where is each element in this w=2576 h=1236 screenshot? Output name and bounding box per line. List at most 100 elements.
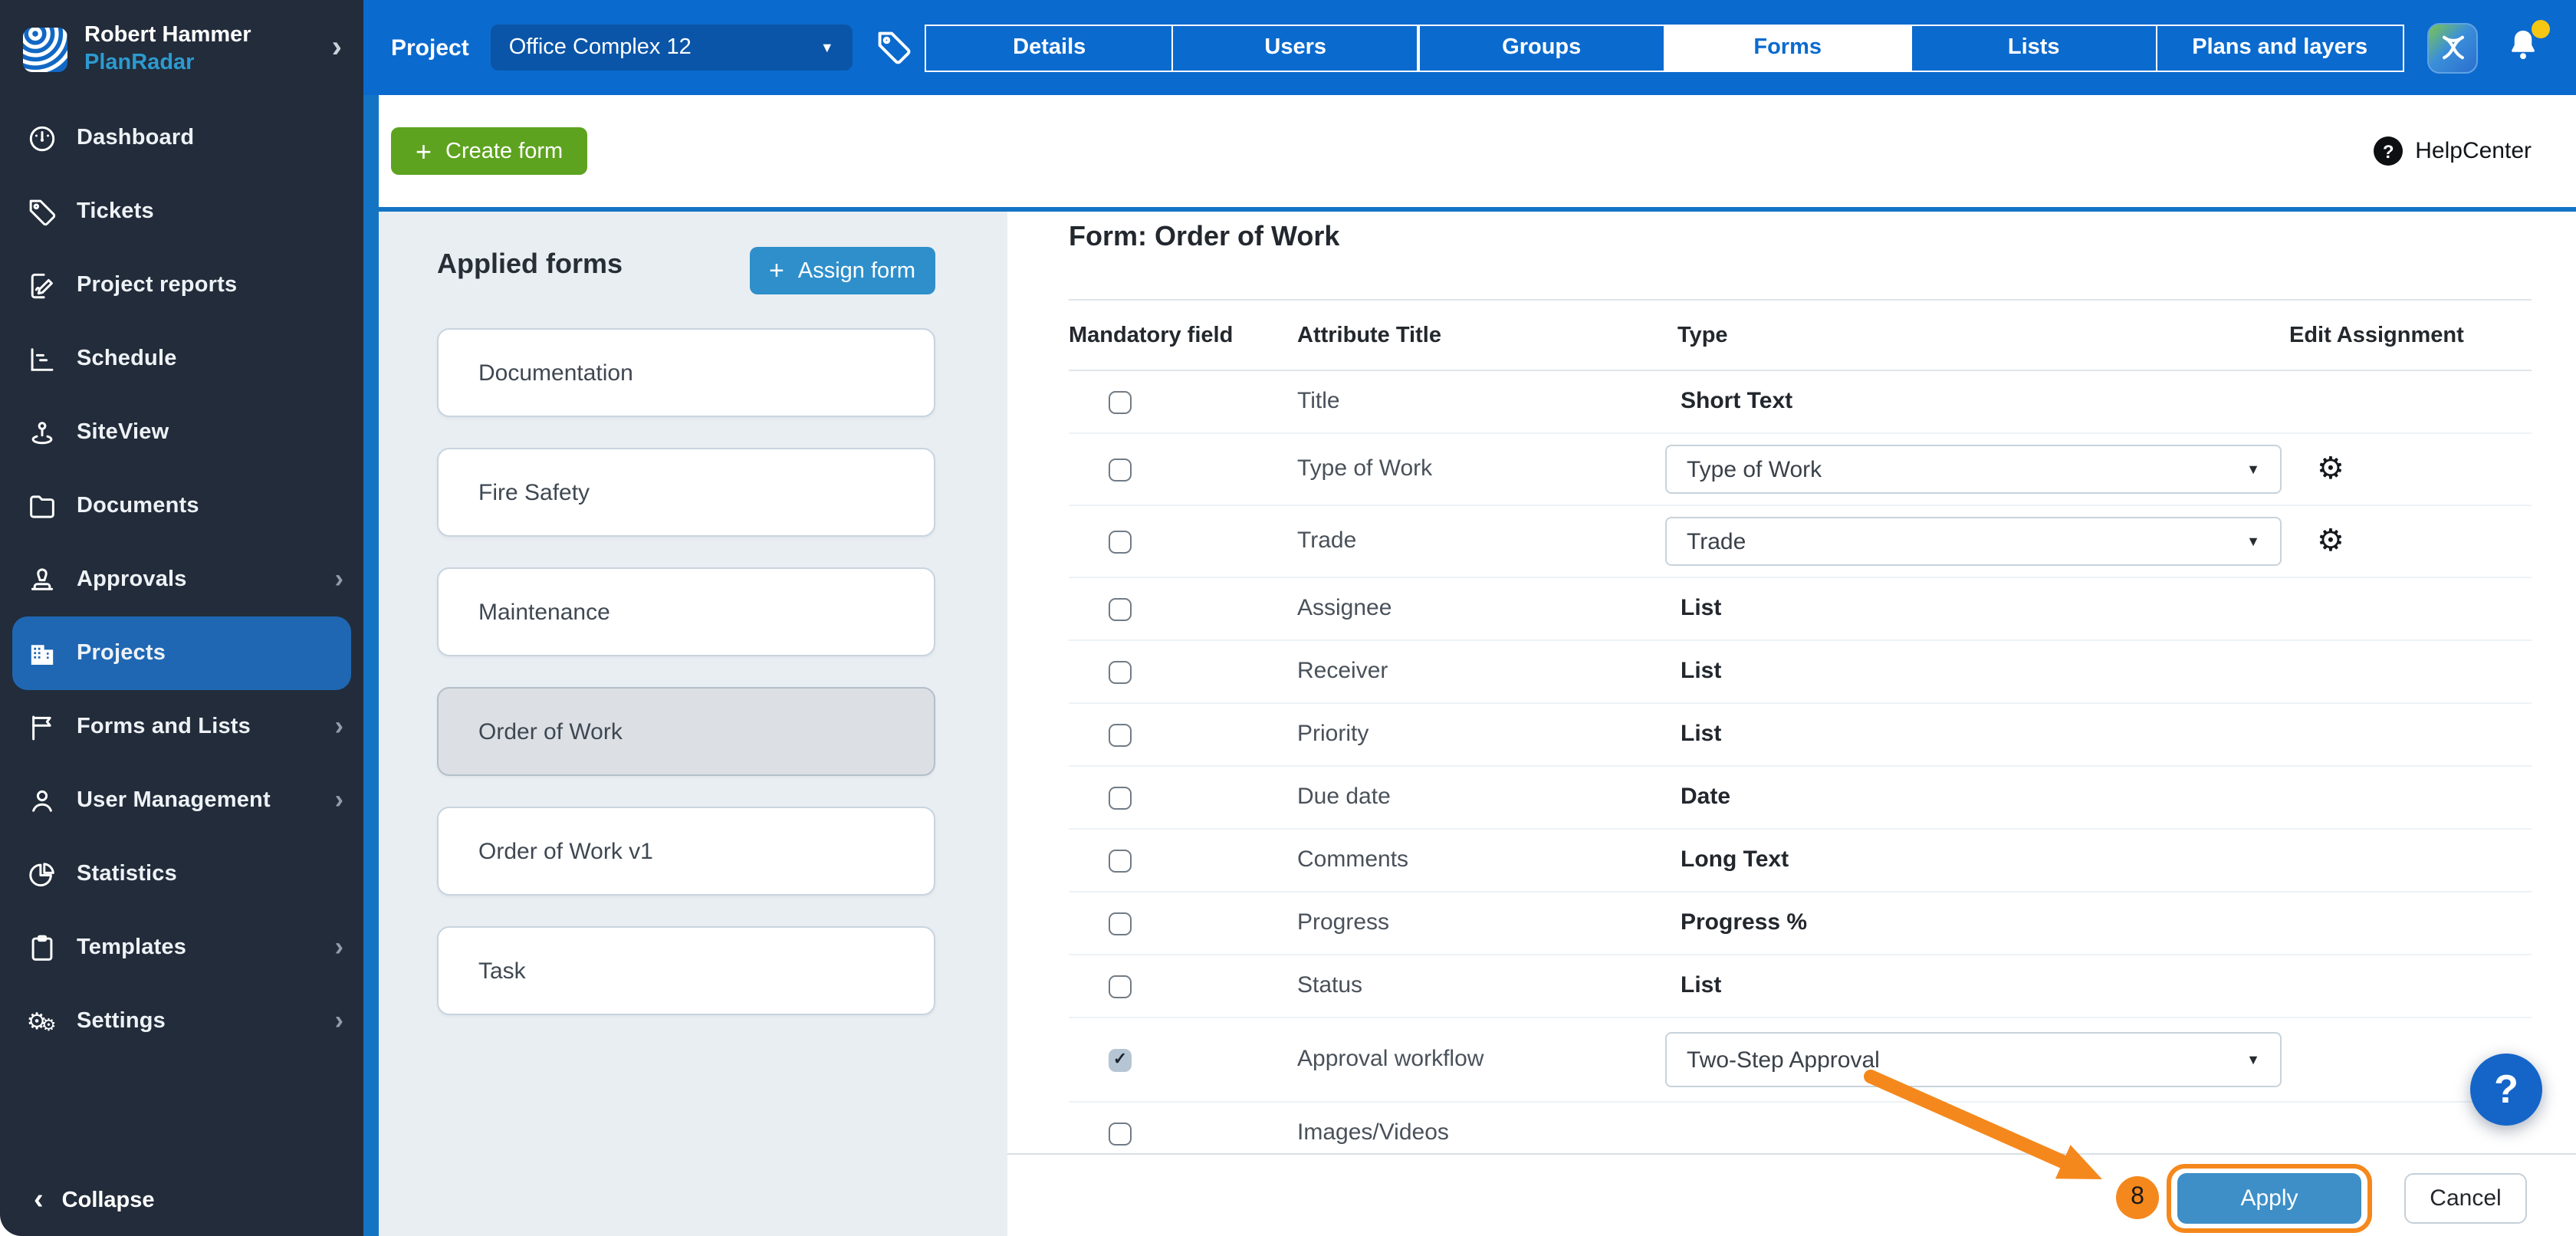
form-card-documentation[interactable]: Documentation <box>437 328 935 417</box>
sidebar-item-user-management[interactable]: User Management› <box>0 764 363 837</box>
mandatory-checkbox[interactable] <box>1109 849 1132 872</box>
help-bubble-button[interactable]: ? <box>2470 1054 2542 1126</box>
notification-dot <box>2532 20 2550 38</box>
brand-name: PlanRadar <box>84 49 251 77</box>
sidebar-item-approvals[interactable]: Approvals› <box>0 543 363 616</box>
chevron-down-icon: ▼ <box>2246 1052 2260 1067</box>
mandatory-checkbox[interactable] <box>1109 1122 1132 1145</box>
type-cell: List <box>1665 658 2289 685</box>
table-row-progress: ProgressProgress % <box>1069 892 2532 955</box>
sidebar-item-label: Projects <box>77 641 166 666</box>
help-center-label: HelpCenter <box>2415 138 2532 164</box>
type-cell: Date <box>1665 784 2289 811</box>
question-mark-icon: ? <box>2494 1066 2518 1113</box>
form-card-task[interactable]: Task <box>437 926 935 1015</box>
column-edit-assignment: Edit Assignment <box>2289 323 2532 347</box>
create-form-button[interactable]: + Create form <box>391 127 587 175</box>
table-row-status: Status List <box>1069 955 2532 1018</box>
assign-form-label: Assign form <box>798 258 915 283</box>
sidebar-item-label: Settings <box>77 1009 166 1034</box>
type-label: Long Text <box>1665 846 1789 873</box>
mandatory-checkbox[interactable] <box>1109 597 1132 620</box>
tab-users[interactable]: Users <box>1171 24 1420 71</box>
form-card-fire-safety[interactable]: Fire Safety <box>437 448 935 537</box>
sidebar-item-label: Tickets <box>77 199 154 224</box>
assign-form-button[interactable]: + Assign form <box>749 247 935 294</box>
mandatory-checkbox[interactable] <box>1109 723 1132 746</box>
type-cell: Two-Step Approval▼ <box>1665 1032 2289 1087</box>
attribute-cell: Priority <box>1297 721 1665 748</box>
tags-icon[interactable] <box>874 28 914 67</box>
mandatory-checkbox[interactable] <box>1109 390 1132 413</box>
attribute-title: Status <box>1297 972 1362 998</box>
type-cell: List <box>1665 721 2289 748</box>
attribute-cell: Comments <box>1297 846 1665 874</box>
help-center-link[interactable]: ? HelpCenter <box>2374 136 2532 166</box>
tab-groups[interactable]: Groups <box>1418 24 1666 71</box>
mandatory-cell <box>1069 458 1297 481</box>
settings-gear-icon[interactable]: ⚙ <box>2317 452 2344 485</box>
form-card-order-of-work-v1[interactable]: Order of Work v1 <box>437 807 935 896</box>
sidebar-item-templates[interactable]: Templates› <box>0 911 363 985</box>
attributes-table-body: TitleShort TextType of WorkType of Work▼… <box>1069 371 2532 1165</box>
sidebar-item-tickets[interactable]: Tickets <box>0 175 363 248</box>
settings-gear-icon[interactable]: ⚙ <box>2317 524 2344 557</box>
tab-plans-and-layers[interactable]: Plans and layers <box>2156 24 2404 71</box>
form-card-label: Task <box>478 958 526 984</box>
trade-dropdown[interactable]: Trade▼ <box>1665 517 2282 566</box>
mandatory-cell <box>1069 849 1297 872</box>
type-label: Date <box>1665 784 1730 810</box>
mandatory-checkbox[interactable] <box>1109 458 1132 481</box>
sidebar-item-schedule[interactable]: Schedule <box>0 322 363 396</box>
cancel-button[interactable]: Cancel <box>2404 1173 2527 1224</box>
account-switcher[interactable]: Robert Hammer PlanRadar › <box>0 0 363 93</box>
question-mark-icon: ? <box>2374 136 2403 166</box>
mandatory-cell <box>1069 975 1297 998</box>
mandatory-checkbox[interactable] <box>1109 1048 1132 1071</box>
sidebar-item-settings[interactable]: ⚙⚙Settings› <box>0 985 363 1058</box>
mandatory-checkbox[interactable] <box>1109 660 1132 683</box>
sidebar-item-projects[interactable]: Projects <box>12 616 351 690</box>
mandatory-checkbox[interactable] <box>1109 530 1132 553</box>
mandatory-checkbox[interactable] <box>1109 975 1132 998</box>
apply-button[interactable]: Apply <box>2177 1173 2361 1224</box>
collapse-button[interactable]: ‹ Collapse <box>34 1184 155 1218</box>
tab-details[interactable]: Details <box>925 24 1174 71</box>
dropdown-value: Type of Work <box>1687 456 2246 482</box>
pie-icon <box>25 857 58 891</box>
content-accent-strip <box>363 95 379 1236</box>
attribute-title: Assignee <box>1297 595 1392 621</box>
approval-workflow-dropdown[interactable]: Two-Step Approval▼ <box>1665 1032 2282 1087</box>
planradar-logo-icon <box>23 27 67 71</box>
table-row-priority: PriorityList <box>1069 704 2532 767</box>
type-cell: List <box>1665 972 2289 1000</box>
form-card-order-of-work[interactable]: Order of Work <box>437 687 935 776</box>
notifications-button[interactable] <box>2504 25 2545 71</box>
mandatory-cell <box>1069 1048 1297 1071</box>
sidebar-item-forms-and-lists[interactable]: Forms and Lists› <box>0 690 363 764</box>
type-cell: Trade▼ <box>1665 517 2289 566</box>
mandatory-checkbox[interactable] <box>1109 912 1132 935</box>
table-row-type-of-work: Type of WorkType of Work▼ ⚙ <box>1069 434 2532 506</box>
sidebar-item-siteview[interactable]: SiteView <box>0 396 363 469</box>
column-type: Type <box>1665 323 2289 347</box>
column-mandatory-field: Mandatory field <box>1069 323 1297 347</box>
mandatory-checkbox[interactable] <box>1109 786 1132 809</box>
planradar-connect-button[interactable] <box>2427 22 2478 73</box>
sidebar-item-statistics[interactable]: Statistics <box>0 837 363 911</box>
report-icon <box>25 268 58 302</box>
sidebar-item-dashboard[interactable]: Dashboard <box>0 101 363 175</box>
applied-forms-header: Applied forms + Assign form <box>379 212 1007 328</box>
type-of-work-dropdown[interactable]: Type of Work▼ <box>1665 445 2282 494</box>
user-name: Robert Hammer <box>84 21 251 49</box>
mandatory-cell <box>1069 390 1297 413</box>
folder-icon <box>25 489 58 523</box>
sidebar-item-documents[interactable]: Documents <box>0 469 363 543</box>
form-card-maintenance[interactable]: Maintenance <box>437 567 935 656</box>
tab-forms[interactable]: Forms <box>1664 24 1912 71</box>
tab-lists[interactable]: Lists <box>1910 24 2158 71</box>
sidebar-item-label: Project reports <box>77 273 237 297</box>
sidebar-item-project-reports[interactable]: Project reports <box>0 248 363 322</box>
project-selector[interactable]: Office Complex 12 ▼ <box>491 25 853 71</box>
type-label: List <box>1665 595 1721 621</box>
